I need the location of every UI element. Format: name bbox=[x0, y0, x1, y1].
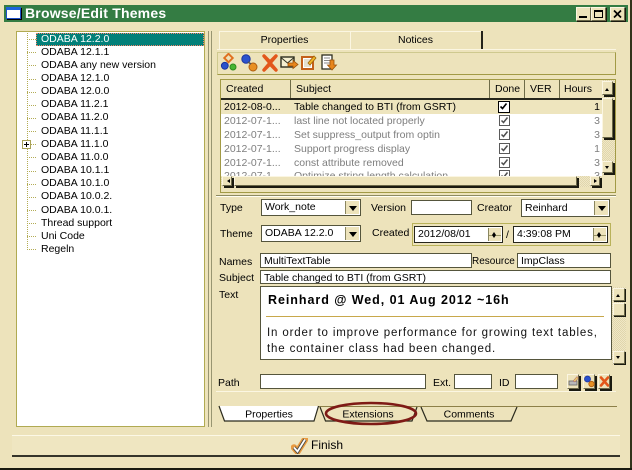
svg-text:Comments: Comments bbox=[444, 409, 495, 421]
svg-text:Extensions: Extensions bbox=[342, 409, 393, 421]
svg-text:Properties: Properties bbox=[245, 409, 293, 421]
